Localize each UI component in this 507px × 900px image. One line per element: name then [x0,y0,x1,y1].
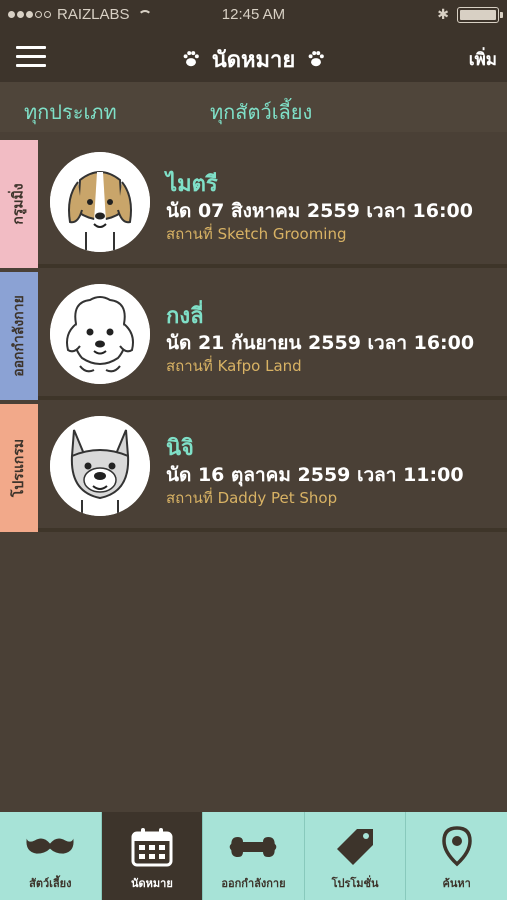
tag-icon [330,826,380,868]
status-right: ✱ [437,6,503,23]
calendar-icon [127,826,177,868]
tab-bar: สัตว์เลี้ยง นัดหมาย ออกกำลังกาย โปรโมชั่… [0,812,507,900]
tab-label: ค้นหา [442,877,471,890]
category-label: ออกกำลังกาย [11,295,27,377]
category-label: กรูมมิ่ง [11,183,28,225]
tab-search[interactable]: ค้นหา [406,812,507,900]
location-pin-icon [432,826,482,868]
paw-icon [182,50,200,73]
tab-appointments[interactable]: นัดหมาย [101,812,204,900]
appointment-place: สถานที่ Kafpo Land [166,357,302,375]
filter-type-dropdown[interactable]: ทุกประเภท [24,96,117,128]
paw-icon [307,50,325,73]
filter-bar: ทุกประเภท ทุกสัตว์เลี้ยง [0,82,507,132]
status-time: 12:45 AM [221,6,286,23]
category-tag: ออกกำลังกาย [0,272,38,400]
filter-pet-dropdown[interactable]: ทุกสัตว์เลี้ยง [210,96,312,128]
category-tag: โปรแกรม [0,404,38,532]
page-title: นัดหมาย [211,48,296,73]
category-tag: กรูมมิ่ง [0,140,38,268]
tab-label: โปรโมชั่น [331,877,379,890]
tab-pets[interactable]: สัตว์เลี้ยง [0,812,102,900]
appointment-item[interactable]: กรูมมิ่ง ไมตรี นัด 07 สิงหาคม 2559 เวลา … [0,136,507,268]
appointment-place: สถานที่ Daddy Pet Shop [166,489,338,507]
appointment-item[interactable]: โปรแกรม นิจิ นัด 16 ตุลาคม 2559 เวลา 11:… [0,400,507,532]
appointment-item[interactable]: ออกกำลังกาย กงลี่ นัด 21 กันยายน 2559 เว… [0,268,507,400]
add-button[interactable]: เพิ่ม [469,46,497,73]
bluetooth-icon: ✱ [437,6,449,22]
tab-label: ออกกำลังกาย [221,877,286,890]
tab-exercise[interactable]: ออกกำลังกาย [203,812,305,900]
status-bar: RAIZLABS 12:45 AM ✱ [0,0,507,30]
category-label: โปรแกรม [11,438,27,498]
nav-header: นัดหมาย เพิ่ม [0,30,507,82]
page-title-wrap: นัดหมาย [0,42,507,77]
bone-icon [228,826,278,868]
mustache-icon [25,826,75,868]
battery-icon [457,6,503,23]
tab-label: นัดหมาย [130,877,173,890]
tab-promotions[interactable]: โปรโมชั่น [305,812,407,900]
appointment-place: สถานที่ Sketch Grooming [166,225,347,243]
pet-avatar-beagle [50,152,150,252]
pet-avatar-french-bulldog [50,416,150,516]
tab-label: สัตว์เลี้ยง [29,877,72,890]
appointment-list: กรูมมิ่ง ไมตรี นัด 07 สิงหาคม 2559 เวลา … [0,136,507,532]
pet-avatar-fluffy-dog [50,284,150,384]
